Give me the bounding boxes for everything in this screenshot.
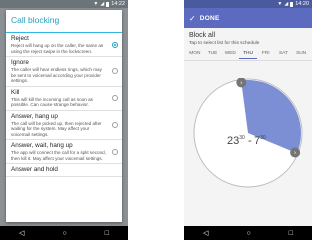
status-bar: ▼ ◢ 14:22 — [0, 0, 128, 8]
navigation-bar: ◁ ○ □ — [0, 226, 128, 240]
start-time: 2330 — [227, 135, 245, 147]
end-time: 730 — [254, 135, 266, 147]
start-minutes: 30 — [239, 135, 245, 141]
option-description: The app will connect the call for a spli… — [11, 150, 106, 161]
signal-icon: ◢ — [100, 1, 105, 7]
option-description: The caller will hear endless rings, whic… — [11, 67, 102, 83]
day-sun[interactable]: SUN — [292, 51, 310, 59]
check-icon: ✓ — [189, 13, 196, 23]
option-title: Answer and hold — [11, 166, 58, 173]
blocking-option[interactable]: Answer and hold — [6, 164, 122, 177]
blocking-option[interactable]: Reject Reject will hang up on the caller,… — [6, 33, 122, 57]
wifi-icon: ▼ — [93, 1, 99, 7]
start-handle-icon: › — [240, 79, 242, 86]
blocking-option[interactable]: Kill This will kill the incoming call as … — [6, 87, 122, 111]
time-dial[interactable]: › › — [193, 78, 303, 188]
days-divider — [184, 60, 312, 61]
radio-unselected[interactable] — [112, 68, 118, 75]
option-title: Answer, hang up — [11, 112, 58, 120]
day-tue[interactable]: TUE — [204, 51, 222, 59]
schedule-hint: Tap to select list for this schedule — [189, 41, 260, 46]
end-handle[interactable]: › — [290, 147, 301, 158]
status-time: 14:20 — [295, 1, 309, 7]
radio-unselected[interactable] — [112, 95, 118, 101]
right-phone-screen: ▼ ◢ 14:20 ✓ DONE Block all Tap to select… — [184, 0, 312, 240]
status-bar: ▼ ◢ 14:20 — [184, 0, 312, 8]
signal-icon: ◢ — [284, 1, 289, 7]
option-description: The call will be picked up, then rejecte… — [11, 120, 102, 137]
option-description: This will kill the incoming call as soon… — [11, 96, 93, 108]
option-list: Reject Reject will hang up on the caller,… — [6, 33, 122, 177]
end-handle-icon: › — [294, 150, 296, 157]
option-title: Reject — [11, 35, 29, 42]
home-icon[interactable]: ○ — [246, 230, 250, 237]
day-wed[interactable]: WED — [221, 51, 239, 59]
blocking-option[interactable]: Ignore The caller will hear endless rings… — [6, 57, 122, 87]
call-blocking-dialog: Call blocking Reject Reject will hang up … — [6, 10, 122, 222]
dialog-title: Call blocking — [11, 15, 60, 25]
navigation-bar: ◁ ○ □ — [184, 226, 312, 240]
done-bar[interactable]: ✓ DONE — [184, 8, 312, 28]
recents-icon[interactable]: □ — [105, 230, 109, 237]
battery-icon — [106, 1, 110, 7]
done-button[interactable]: DONE — [200, 15, 220, 22]
back-icon[interactable]: ◁ — [19, 229, 24, 237]
day-mon[interactable]: MON — [186, 51, 204, 59]
blocking-option[interactable]: Answer, hang up The call will be picked u… — [6, 111, 122, 140]
day-sat[interactable]: SAT — [275, 51, 293, 59]
blocking-option[interactable]: Answer, wait, hang up The app will connec… — [6, 140, 122, 164]
option-title: Answer, wait, hang up — [11, 142, 73, 149]
left-phone-screen: ▼ ◢ 14:22 Call blocking Reject Reject wil… — [0, 0, 128, 240]
end-minutes: 30 — [260, 135, 266, 141]
schedule-title[interactable]: Block all — [189, 32, 215, 39]
option-title: Ignore — [11, 59, 29, 66]
radio-unselected[interactable] — [112, 121, 118, 128]
time-separator: - — [248, 135, 252, 147]
day-thu[interactable]: THU — [239, 51, 257, 59]
recents-icon[interactable]: □ — [289, 230, 293, 237]
back-icon[interactable]: ◁ — [203, 229, 208, 237]
radio-unselected[interactable] — [112, 148, 118, 155]
radio-selected[interactable] — [112, 41, 118, 48]
option-title: Kill — [11, 88, 20, 96]
status-time: 14:22 — [111, 1, 125, 7]
home-icon[interactable]: ○ — [62, 230, 66, 237]
start-hour: 23 — [227, 135, 240, 147]
day-fri[interactable]: FRI — [257, 51, 275, 59]
day-selector: MON TUE WED THU FRI SAT SUN — [186, 51, 310, 59]
battery-icon — [290, 1, 294, 7]
option-description: Reject will hang up on the caller, the s… — [11, 43, 104, 54]
wifi-icon: ▼ — [277, 1, 283, 7]
